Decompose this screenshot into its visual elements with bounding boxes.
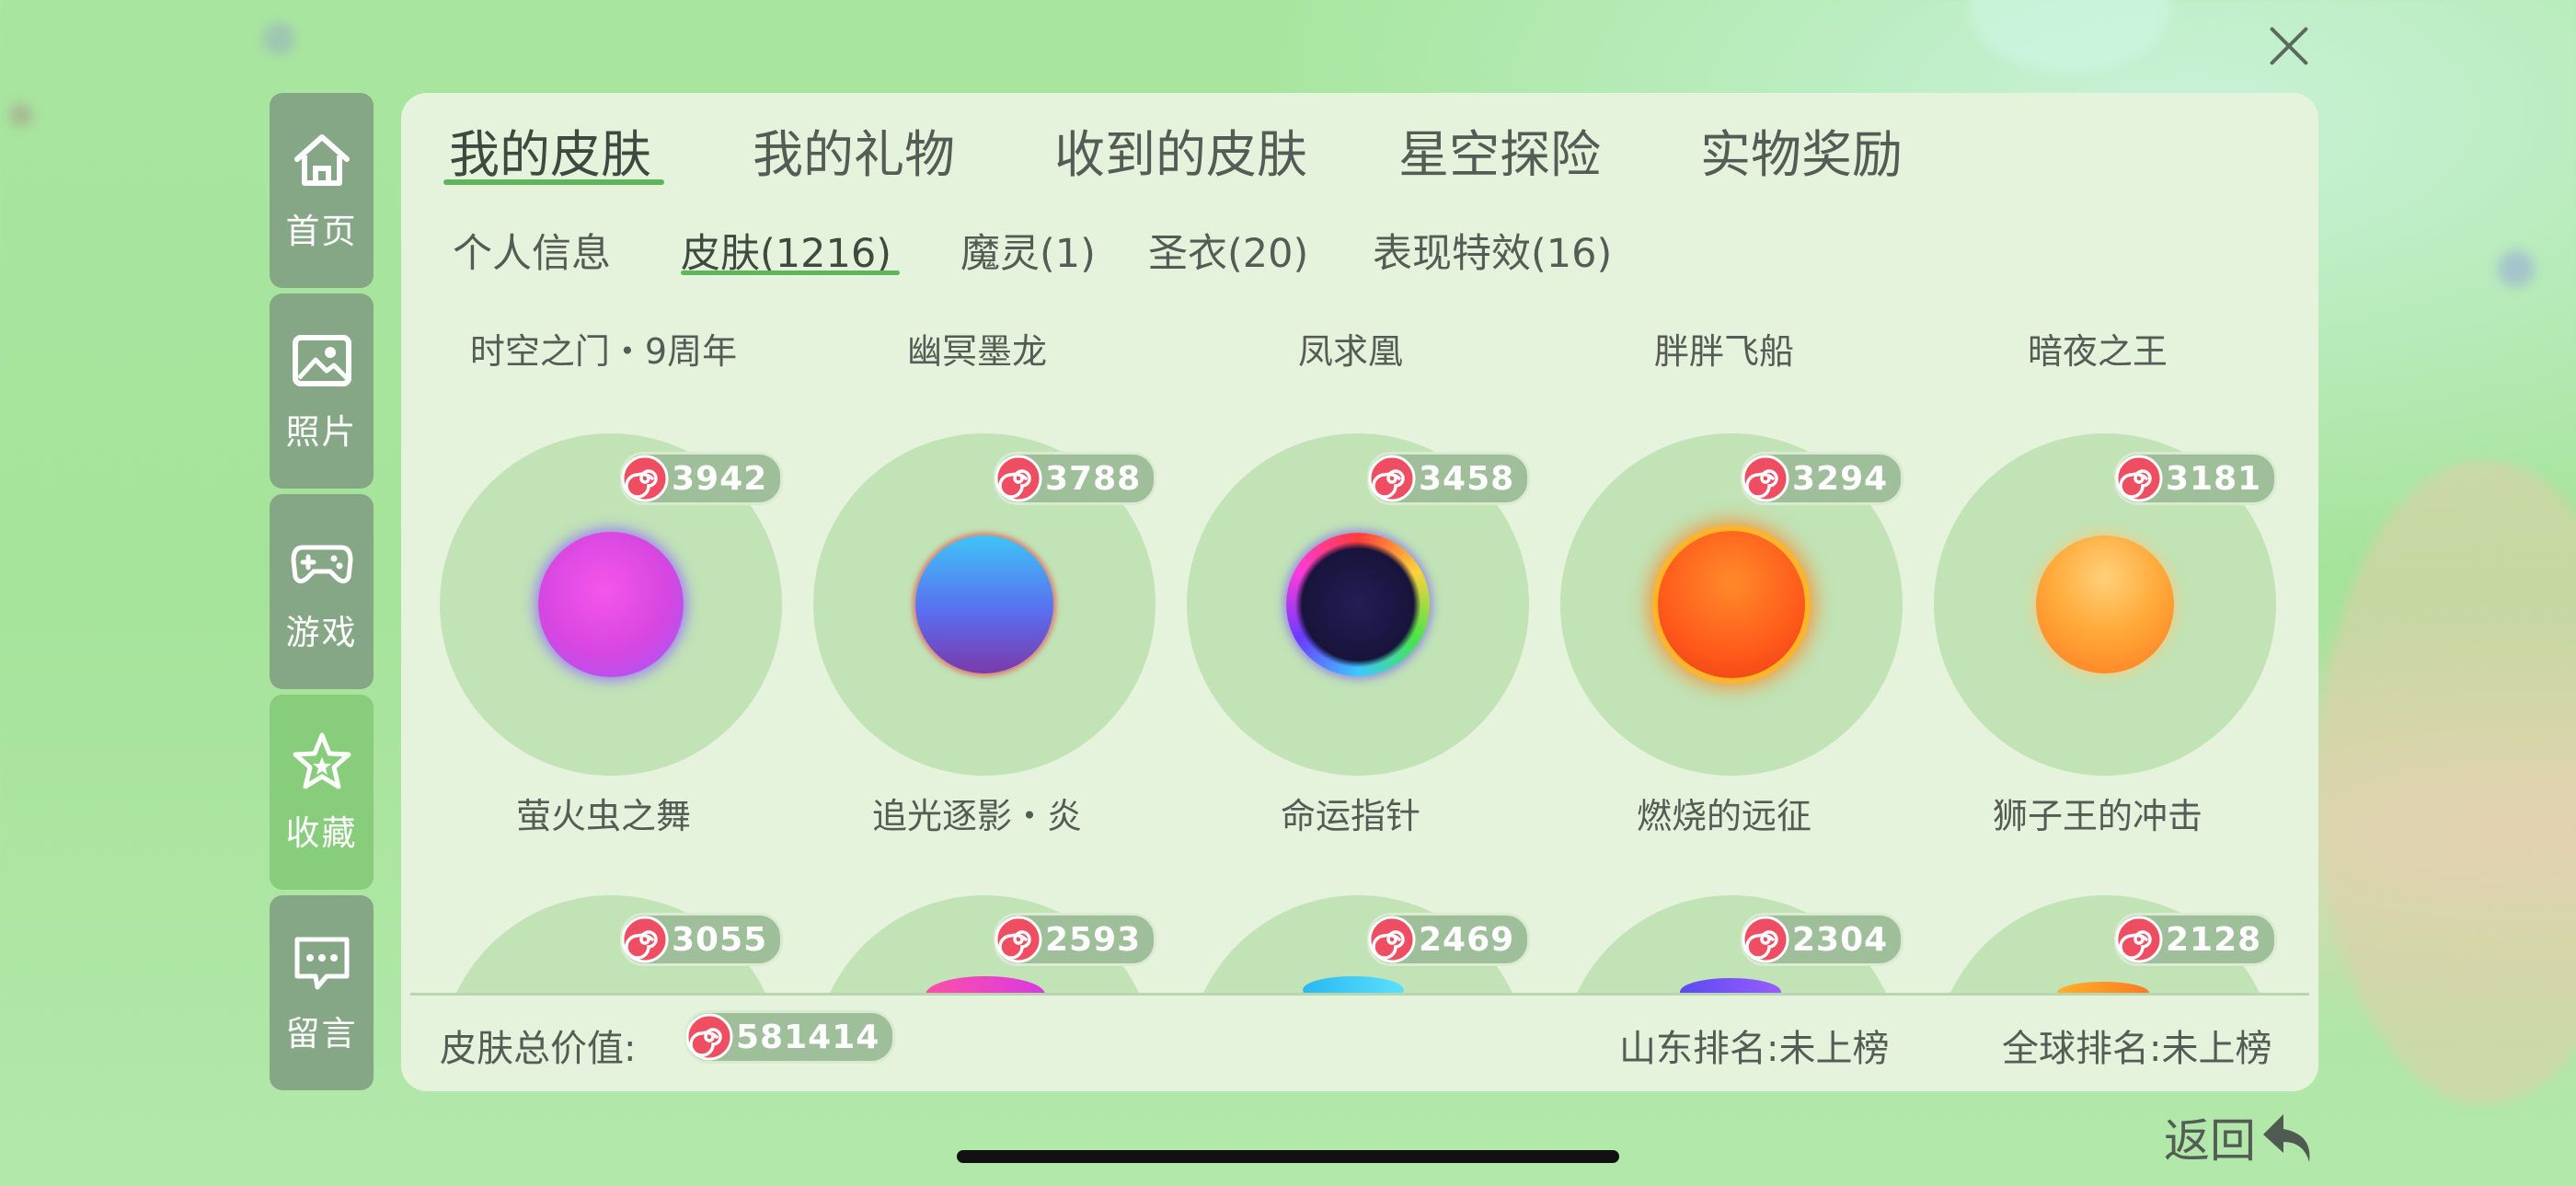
price-value: 3788 [1045,459,1142,498]
price-value: 3942 [672,459,768,498]
candy-icon [995,455,1042,502]
subtab-spirits[interactable]: 魔灵(1) [960,222,1096,279]
sidebar-item-messages[interactable]: 留言 [270,895,374,1090]
background-bokeh [9,103,33,127]
active-subtab-indicator [681,271,900,275]
sidebar-item-label: 收藏 [285,813,358,853]
subtab-effects[interactable]: 表现特效(16) [1373,222,1612,279]
skin-orb [1286,533,1430,676]
active-tab-indicator [443,179,664,185]
sidebar-item-label: 照片 [285,412,358,452]
sidebar-item-games[interactable]: 游戏 [270,494,374,689]
candy-icon [1742,915,1789,963]
skin-orb [2036,535,2174,674]
home-icon [293,134,350,186]
sidebar-item-label: 留言 [285,1014,358,1054]
skin-orb [915,535,1053,674]
candy-icon [621,915,669,963]
price-badge: 3181 [2114,452,2278,505]
tab-star-adventure[interactable]: 星空探险 [1398,113,1601,187]
candy-icon [995,915,1042,963]
tab-my-gifts[interactable]: 我的礼物 [753,113,955,187]
price-value: 3181 [2166,459,2262,498]
subtab-armor[interactable]: 圣衣(20) [1148,222,1308,279]
price-badge: 3458 [1367,452,1531,505]
back-label: 返回 [2164,1114,2256,1168]
price-value: 2304 [1792,920,1889,959]
price-badge: 3942 [620,452,784,505]
message-icon [294,937,349,990]
total-value-badge: 581414 [684,1010,896,1064]
price-value: 3294 [1792,459,1889,498]
global-rank: 全球排名:未上榜 [2002,1028,2272,1070]
price-value: 2593 [1045,920,1142,959]
price-value: 3458 [1419,459,1515,498]
skin-name: 燃烧的远征 [1636,796,1811,836]
candy-icon [685,1013,733,1061]
sidebar-item-label: 游戏 [285,613,358,652]
skin-name: 追光逐影・炎 [871,796,1082,836]
skin-title: 时空之门・9周年 [469,331,738,372]
photo-icon [292,335,351,386]
region-rank: 山东排名:未上榜 [1619,1028,1890,1070]
sidebar-item-label: 首页 [285,212,358,251]
sidebar: 首页 照片 游戏 收藏 留言 [270,93,374,1096]
skin-title: 暗夜之王 [2027,331,2168,372]
skin-name: 命运指针 [1280,796,1420,836]
price-value: 2469 [1419,920,1515,959]
tab-my-skins[interactable]: 我的皮肤 [449,113,651,187]
sidebar-item-photos[interactable]: 照片 [270,294,374,489]
sidebar-item-favorites[interactable]: 收藏 [270,695,374,890]
price-badge: 2304 [1741,913,1904,966]
price-badge: 2128 [2114,913,2278,966]
background-bokeh [2318,460,2576,1104]
candy-icon [1368,915,1416,963]
price-badge: 2469 [1367,913,1531,966]
star-icon [293,732,351,789]
candy-icon [621,455,669,502]
price-badge: 3055 [620,913,784,966]
candy-icon [1742,455,1789,502]
main-panel: 时空之门・9周年 萤火虫之舞 幽冥墨龙 追光逐影・炎 凤求凰 命运指针 胖胖飞船… [401,93,2318,1091]
tab-physical-rewards[interactable]: 实物奖励 [1700,113,1903,187]
footer-divider [410,993,2309,996]
background-bokeh [1969,0,2171,74]
candy-icon [2115,455,2163,502]
skin-orb [1658,531,1805,678]
tab-received-skins[interactable]: 收到的皮肤 [1054,113,1307,187]
price-badge: 3788 [994,452,1157,505]
home-indicator [957,1150,1619,1163]
total-value: 581414 [736,1018,880,1056]
skin-title: 凤求凰 [1297,331,1403,372]
candy-icon [2115,915,2163,963]
back-arrow-icon [2263,1114,2310,1162]
subtab-profile[interactable]: 个人信息 [453,222,611,279]
background-bokeh [262,22,295,55]
skin-title: 幽冥墨龙 [906,331,1047,372]
sidebar-item-home[interactable]: 首页 [270,93,374,288]
background-bokeh [2498,250,2535,287]
price-value: 3055 [672,920,768,959]
total-value-label: 皮肤总价值: [440,1028,637,1070]
price-badge: 2593 [994,913,1157,966]
close-icon[interactable] [2263,20,2315,72]
skin-name: 萤火虫之舞 [515,796,691,836]
skin-name: 狮子王的冲击 [1992,796,2202,836]
skin-orb [538,532,684,677]
price-badge: 3294 [1741,452,1904,505]
back-button[interactable]: 返回 [2164,1104,2320,1170]
skin-title: 胖胖飞船 [1653,331,1794,372]
gamepad-icon [291,545,352,584]
candy-icon [1368,455,1416,502]
price-value: 2128 [2166,920,2262,959]
